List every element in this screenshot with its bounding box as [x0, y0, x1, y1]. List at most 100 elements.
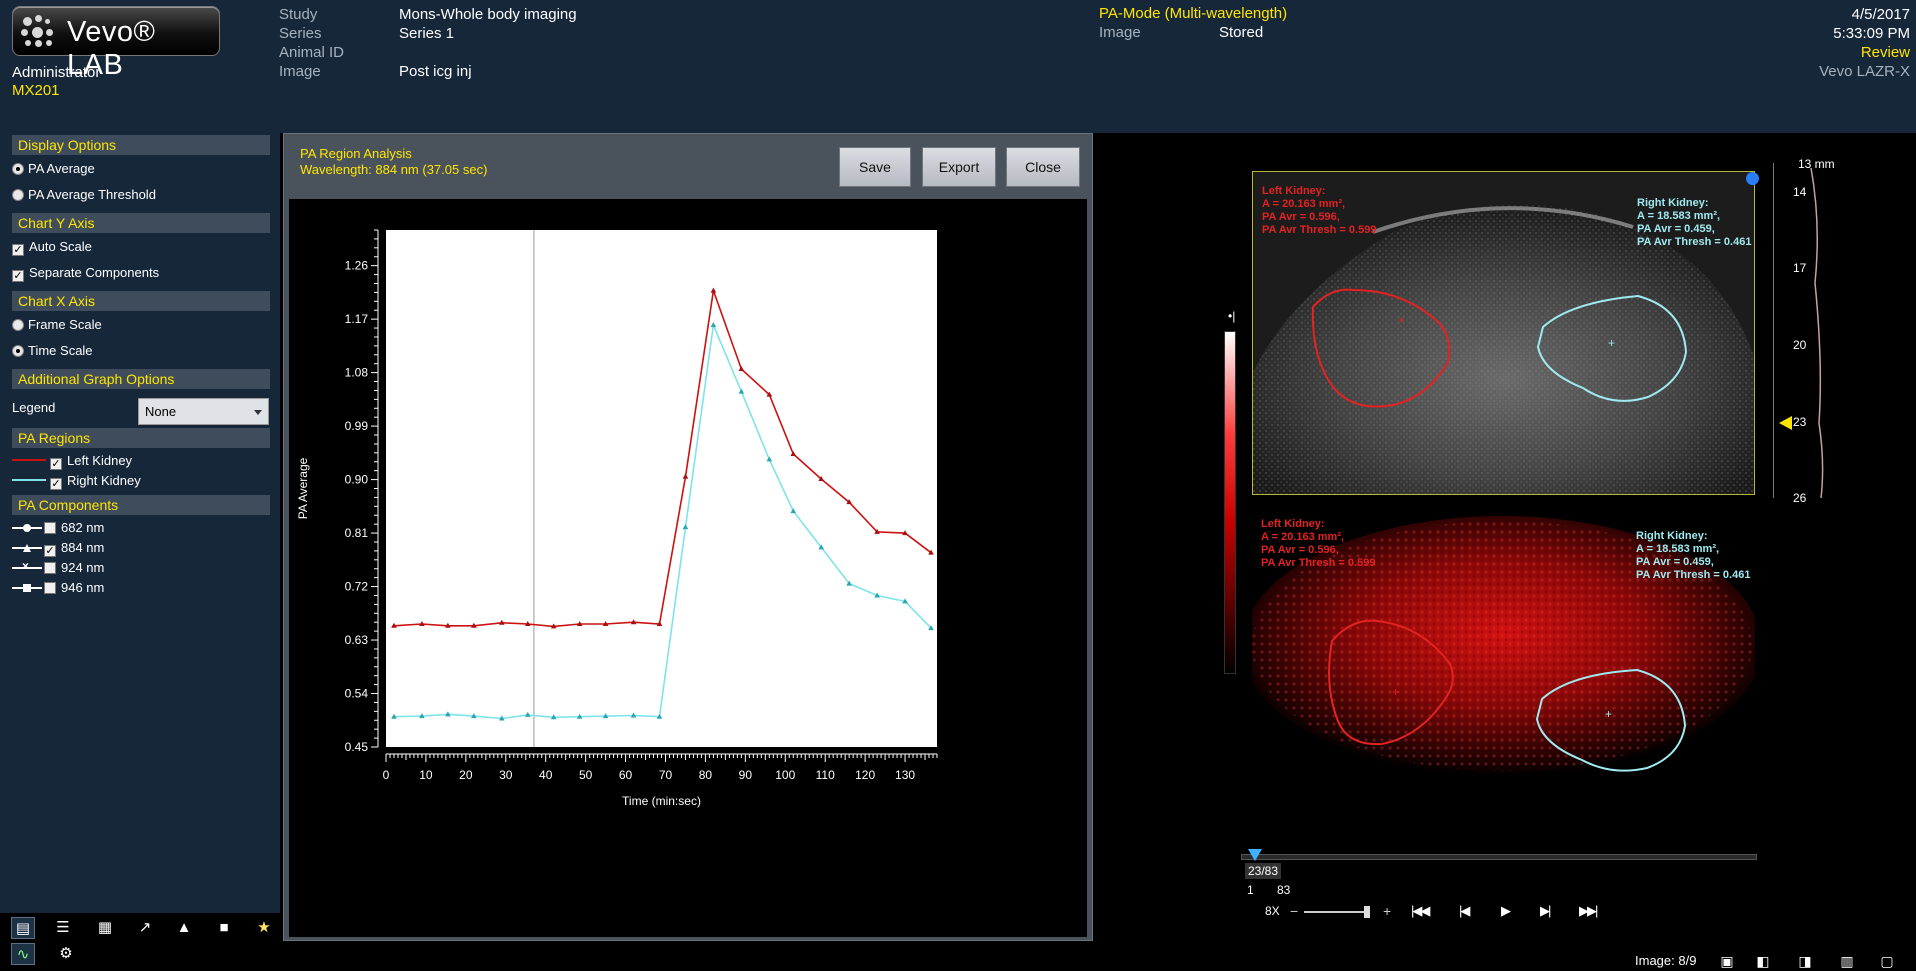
checkbox-separate-components[interactable]: ✓ Separate Components [12, 264, 159, 282]
left-kidney-avr: PA Avr = 0.596, [1262, 211, 1340, 223]
last-frame-icon[interactable]: ▶▶| [1579, 903, 1598, 919]
waveform-icon[interactable]: ∿ [11, 943, 35, 965]
x-tick-label: 100 [775, 768, 795, 782]
checkbox-unchecked-icon[interactable] [44, 562, 56, 574]
checkbox-checked-icon[interactable]: ✓ [50, 458, 62, 470]
radio-unselected-icon[interactable] [12, 319, 24, 331]
radio-pa-average-label: PA Average [28, 161, 95, 176]
mode-title: PA-Mode (Multi-wavelength) [1099, 5, 1288, 22]
sidebar: Display Options PA Average PA Average Th… [0, 133, 280, 913]
fullscreen-icon[interactable]: ▢ [1874, 951, 1900, 971]
step-back-icon[interactable]: |◀ [1459, 903, 1470, 919]
save-image-icon[interactable]: ▣ [1714, 951, 1740, 971]
radio-frame-scale[interactable]: Frame Scale [12, 316, 102, 334]
red-line-swatch-icon [12, 459, 46, 461]
left-kidney-thresh: PA Avr Thresh = 0.599 [1261, 557, 1376, 569]
svg-text:+: + [1608, 336, 1615, 350]
checkbox-unchecked-icon[interactable] [44, 522, 56, 534]
save-button[interactable]: Save [839, 147, 911, 187]
x-tick-label: 80 [699, 768, 713, 782]
measure-icon[interactable]: ↗ [133, 917, 157, 939]
logo-dots-icon [21, 15, 57, 49]
left-kidney-area: A = 20.163 mm², [1262, 198, 1346, 210]
checkbox-separate-components-label: Separate Components [29, 265, 160, 280]
bottom-tool-bar: ▤ ☰ ▦ ↗ ▲ ■ ★ ∿ ⚙ [0, 913, 280, 971]
scale-marker: •| [1228, 309, 1236, 323]
right-kidney-thresh: PA Avr Thresh = 0.461 [1636, 569, 1751, 581]
checkbox-checked-icon[interactable]: ✓ [44, 545, 56, 557]
legend-select[interactable]: None [138, 398, 269, 425]
pa-region-analysis-panel: PA Region Analysis Wavelength: 884 nm (3… [283, 133, 1093, 941]
blue-status-dot-icon[interactable] [1746, 172, 1759, 185]
x-tick-label: 60 [619, 768, 633, 782]
pa-regions-header: PA Regions [12, 428, 270, 448]
pa-components-header: PA Components [12, 495, 270, 515]
checkbox-unchecked-icon[interactable] [44, 582, 56, 594]
checkbox-checked-icon[interactable]: ✓ [12, 244, 24, 256]
star-icon[interactable]: ★ [252, 917, 276, 939]
close-button[interactable]: Close [1006, 147, 1080, 187]
prism-icon[interactable]: ▲ [172, 917, 196, 939]
x-axis-label: Time (min:sec) [622, 794, 701, 808]
mode-label: Image [1099, 24, 1141, 41]
prev-image-icon[interactable]: ◧ [1750, 951, 1776, 971]
plot-background [386, 230, 937, 747]
next-image-icon[interactable]: ◨ [1792, 951, 1818, 971]
checkbox-checked-icon[interactable]: ✓ [12, 270, 24, 282]
radio-unselected-icon[interactable] [12, 189, 24, 201]
pa-overlay-image[interactable]: + + Left Kidney: A = 20.163 mm², PA Avr … [1252, 506, 1755, 792]
frame-slider[interactable] [1241, 854, 1757, 860]
radio-pa-average-threshold[interactable]: PA Average Threshold [12, 186, 156, 204]
animal-id-value [399, 43, 577, 62]
right-kidney-area: A = 18.583 mm², [1636, 543, 1720, 555]
right-kidney-avr: PA Avr = 0.459, [1637, 223, 1715, 235]
zoom-slider[interactable] [1304, 911, 1364, 913]
export-button[interactable]: Export [922, 147, 996, 187]
first-frame-icon[interactable]: |◀◀ [1411, 903, 1430, 919]
vevo-lab-logo: Vevo® LAB [12, 6, 220, 81]
radio-time-scale[interactable]: Time Scale [12, 342, 93, 360]
study-value: Mons-Whole body imaging [399, 6, 577, 23]
right-kidney-annotation: Right Kidney: A = 18.583 mm², PA Avr = 0… [1637, 197, 1751, 249]
image-viewer: + + Left Kidney: A = 20.163 mm², PA Avr … [1093, 133, 1916, 971]
component-924nm[interactable]: × 924 nm [12, 559, 104, 577]
animal-id-label: Animal ID [279, 44, 345, 61]
zoom-slider-thumb[interactable] [1364, 906, 1370, 918]
x-tick-label: 30 [499, 768, 513, 782]
component-924nm-label: 924 nm [61, 560, 105, 575]
play-icon[interactable]: ▶ [1501, 903, 1511, 919]
color-blocks-icon[interactable]: ■ [212, 917, 236, 939]
x-tick-label: 40 [539, 768, 553, 782]
component-682nm[interactable]: 682 nm [12, 519, 104, 537]
report-icon[interactable]: ▤ [11, 917, 35, 939]
checkbox-auto-scale[interactable]: ✓ Auto Scale [12, 238, 92, 256]
depth-focus-arrow-icon[interactable] [1779, 416, 1792, 430]
layout-icon[interactable]: ▥ [1834, 951, 1860, 971]
x-tick-label: 50 [579, 768, 593, 782]
y-tick-label: 0.63 [345, 633, 369, 647]
component-884nm[interactable]: ✓ 884 nm [12, 539, 104, 557]
y-tick-label: 1.26 [345, 259, 369, 273]
radio-selected-icon[interactable] [12, 345, 24, 357]
chart-x-axis-header: Chart X Axis [12, 291, 270, 311]
ultrasound-image[interactable]: + + Left Kidney: A = 20.163 mm², PA Avr … [1252, 171, 1755, 495]
gear-icon[interactable]: ⚙ [54, 943, 78, 965]
y-tick-label: 1.17 [345, 312, 369, 326]
zoom-out-icon[interactable]: − [1290, 903, 1298, 919]
list-icon[interactable]: ☰ [51, 917, 75, 939]
region-right-kidney[interactable]: ✓ Right Kidney [12, 472, 141, 490]
zoom-in-icon[interactable]: + [1383, 903, 1391, 919]
right-kidney-thresh: PA Avr Thresh = 0.461 [1637, 236, 1752, 248]
region-left-kidney[interactable]: ✓ Left Kidney [12, 452, 132, 470]
svg-text:+: + [1392, 685, 1399, 699]
radio-pa-average[interactable]: PA Average [12, 160, 95, 178]
checkbox-checked-icon[interactable]: ✓ [50, 478, 62, 490]
y-tick-label: 0.54 [345, 687, 369, 701]
radio-selected-icon[interactable] [12, 163, 24, 175]
table-edit-icon[interactable]: ▦ [93, 917, 117, 939]
x-tick-label: 10 [419, 768, 433, 782]
component-946nm[interactable]: 946 nm [12, 579, 104, 597]
x-tick-label: 20 [459, 768, 473, 782]
step-forward-icon[interactable]: ▶| [1540, 903, 1551, 919]
y-tick-label: 0.81 [345, 526, 369, 540]
